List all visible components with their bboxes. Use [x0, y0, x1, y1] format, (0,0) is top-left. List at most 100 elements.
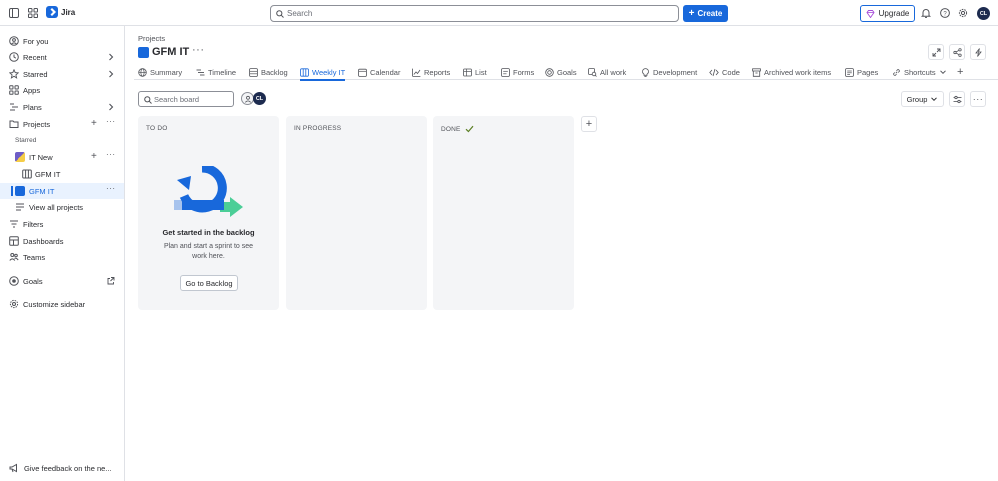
tab-pages[interactable]: Pages — [845, 64, 878, 80]
user-avatar[interactable]: CL — [977, 7, 990, 20]
sidebar-item-teams[interactable]: Teams — [0, 249, 124, 265]
tab-goals[interactable]: Goals — [545, 64, 577, 80]
list-icon — [15, 202, 25, 212]
board-user-avatar[interactable]: CL — [253, 92, 266, 105]
sidebar-label: Filters — [23, 220, 44, 229]
board-icon — [300, 67, 309, 77]
board-icon — [22, 169, 32, 179]
sidebar-item-recent[interactable]: Recent — [0, 49, 124, 65]
sidebar-item-plans[interactable]: Plans — [0, 99, 124, 115]
upgrade-button[interactable]: Upgrade — [860, 5, 915, 22]
app-switcher-icon[interactable] — [28, 8, 38, 18]
sidebar-item-starred[interactable]: Starred — [0, 66, 124, 82]
chevron-down-icon[interactable] — [939, 68, 947, 76]
chevron-right-icon[interactable] — [107, 69, 117, 79]
tab-label: Summary — [150, 67, 183, 77]
tab-weekly-it[interactable]: Weekly IT — [300, 64, 346, 81]
archive-icon — [752, 67, 761, 77]
create-label: Create — [697, 9, 723, 18]
plans-icon — [9, 102, 19, 112]
pages-icon — [845, 67, 854, 77]
sidebar-item-customize-sidebar[interactable]: Customize sidebar — [0, 296, 124, 312]
help-icon[interactable]: ? — [940, 8, 950, 18]
tab-calendar[interactable]: Calendar — [358, 64, 400, 80]
tab-timeline[interactable]: Timeline — [196, 64, 236, 80]
sidebar: For you Recent Starred Apps Plans Projec… — [0, 26, 125, 481]
create-button[interactable]: + Create — [683, 5, 728, 22]
tab-label: Goals — [557, 67, 577, 77]
global-search-input[interactable]: Search — [270, 5, 679, 22]
tab-label: List — [475, 67, 487, 77]
projects-icon — [9, 119, 19, 129]
more-options-icon[interactable]: ··· — [106, 150, 116, 160]
tab-shortcuts[interactable]: Shortcuts — [892, 64, 947, 80]
tab-code[interactable]: Code — [709, 64, 740, 80]
chevron-right-icon[interactable] — [107, 52, 117, 62]
notifications-bell-icon[interactable] — [921, 8, 931, 18]
tab-reports[interactable]: Reports — [412, 64, 450, 80]
sidebar-item-dashboards[interactable]: Dashboards — [0, 233, 124, 249]
tab-backlog[interactable]: Backlog — [249, 64, 288, 80]
add-tab-plus-icon[interactable]: + — [957, 64, 963, 80]
tab-label: Development — [653, 67, 698, 77]
tab-development[interactable]: Development — [641, 64, 697, 80]
sidebar-item-it-new[interactable]: IT New + ··· — [0, 149, 124, 165]
go-to-backlog-button[interactable]: Go to Backlog — [180, 275, 238, 291]
tab-label: Forms — [513, 67, 535, 77]
sidebar-item-for-you[interactable]: For you — [0, 33, 124, 49]
sidebar-label: Starred — [23, 70, 48, 79]
apps-grid-icon — [9, 85, 19, 95]
app-name[interactable]: Jira — [61, 8, 75, 17]
add-column-button[interactable]: + — [581, 116, 597, 132]
globe-icon — [138, 67, 147, 77]
add-plus-icon[interactable]: + — [91, 151, 101, 162]
tab-label: All work — [600, 67, 627, 77]
timeline-icon — [196, 68, 205, 77]
project-avatar-icon — [15, 186, 25, 196]
tab-list[interactable]: List — [463, 64, 487, 80]
sliders-icon — [953, 95, 962, 104]
project-more-options-icon[interactable]: ··· — [192, 44, 205, 56]
sidebar-item-goals[interactable]: Goals — [0, 273, 124, 289]
sidebar-item-gfm-it-board[interactable]: GFM IT — [0, 166, 124, 182]
search-icon — [276, 10, 284, 18]
checkmark-icon — [465, 125, 474, 133]
jira-logo-icon[interactable] — [46, 6, 58, 18]
tab-label: Pages — [857, 67, 879, 77]
sidebar-item-apps[interactable]: Apps — [0, 82, 124, 98]
dashboard-icon — [9, 236, 19, 246]
starred-section-heading: Starred — [15, 137, 37, 144]
star-icon — [9, 69, 19, 79]
board-more-options-button[interactable]: ··· — [970, 91, 986, 107]
external-link-icon[interactable] — [107, 276, 117, 286]
lightbulb-icon — [641, 67, 650, 77]
group-dropdown-button[interactable]: Group — [901, 91, 944, 107]
tab-summary[interactable]: Summary — [138, 64, 182, 80]
chevron-down-icon — [930, 95, 938, 103]
tab-all-work[interactable]: All work — [588, 64, 626, 80]
form-icon — [501, 67, 510, 77]
sidebar-label: Customize sidebar — [23, 300, 86, 309]
sidebar-item-projects[interactable]: Projects + ··· — [0, 116, 124, 132]
settings-gear-icon[interactable] — [958, 8, 968, 18]
sidebar-label: GFM IT — [35, 170, 61, 179]
tab-forms[interactable]: Forms — [501, 64, 534, 80]
view-settings-button[interactable] — [949, 91, 965, 107]
add-project-plus-icon[interactable]: + — [91, 118, 101, 129]
sidebar-toggle-icon[interactable] — [9, 8, 19, 18]
tab-archived-work-items[interactable]: Archived work items — [752, 64, 831, 80]
chevron-right-icon[interactable] — [107, 102, 117, 112]
more-options-icon[interactable]: ··· — [106, 184, 116, 194]
sidebar-item-filters[interactable]: Filters — [0, 216, 124, 232]
fullscreen-button[interactable] — [928, 44, 944, 60]
breadcrumb-projects[interactable]: Projects — [138, 34, 165, 43]
more-options-icon[interactable]: ··· — [106, 117, 116, 127]
person-icon — [244, 95, 252, 103]
share-button[interactable] — [949, 44, 965, 60]
sidebar-item-view-all-projects[interactable]: View all projects — [0, 199, 124, 215]
board-search-input[interactable]: Search board — [138, 91, 234, 107]
automation-button[interactable] — [970, 44, 986, 60]
give-feedback-link[interactable]: Give feedback on the ne... — [9, 463, 112, 473]
calendar-icon — [358, 68, 367, 77]
sidebar-item-gfm-it[interactable]: GFM IT ··· — [0, 183, 124, 199]
